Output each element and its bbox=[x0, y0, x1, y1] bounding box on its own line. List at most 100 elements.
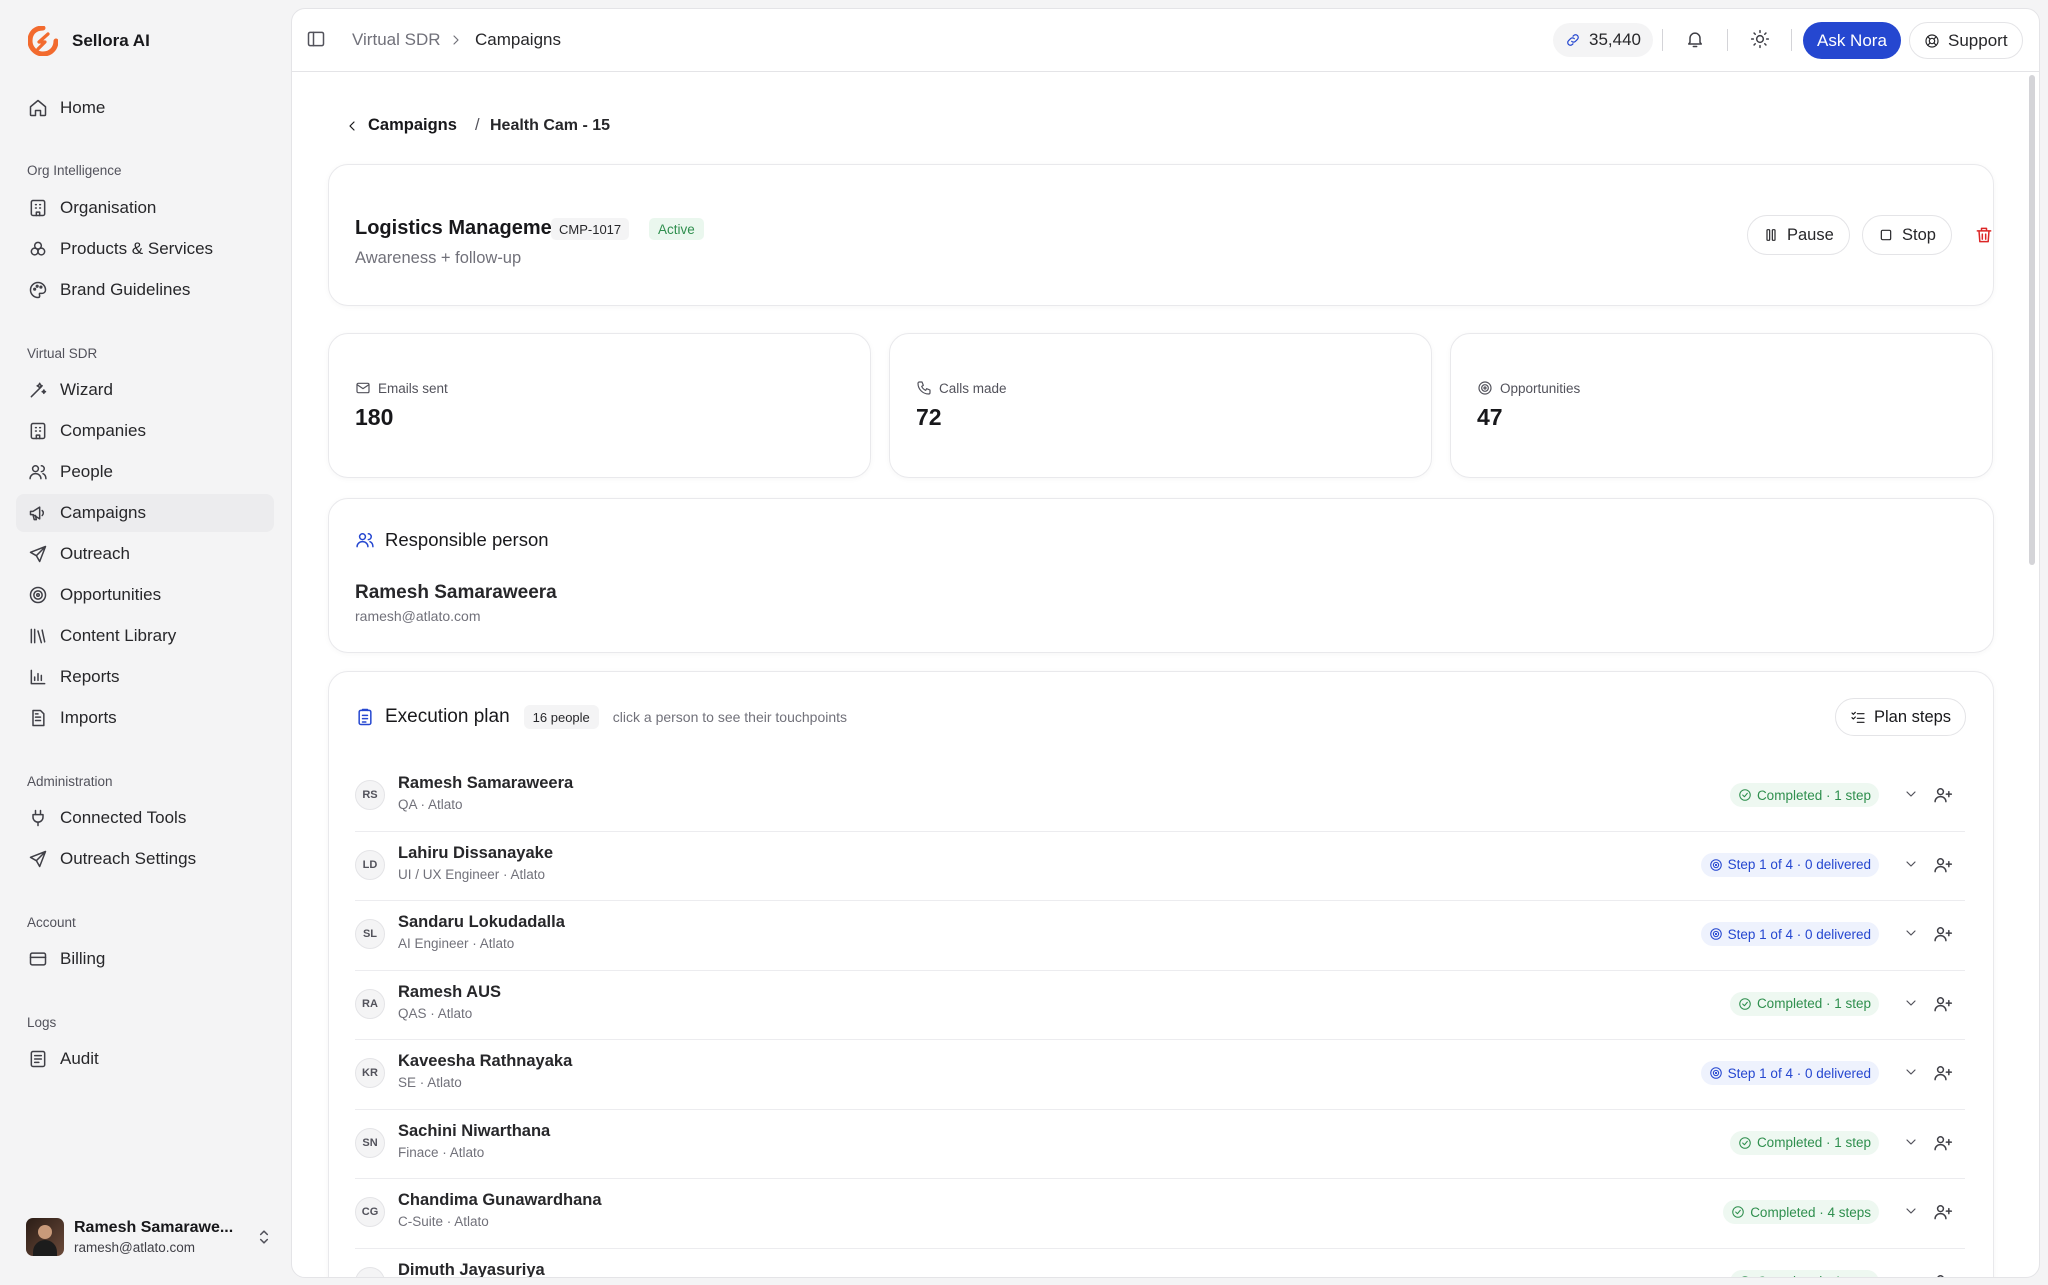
target-icon bbox=[1709, 928, 1722, 940]
stat-label-text: Calls made bbox=[939, 380, 1007, 396]
user-plus-icon[interactable] bbox=[1933, 924, 1953, 944]
person-name: Chandima Gunawardhana bbox=[398, 1191, 602, 1209]
sidebar-item-billing[interactable]: Billing bbox=[16, 940, 274, 978]
responsible-heading-text: Responsible person bbox=[385, 529, 549, 550]
sidebar-item-label: Campaigns bbox=[60, 503, 146, 522]
sidebar-item-people[interactable]: People bbox=[16, 453, 274, 491]
chevron-down-icon[interactable] bbox=[1903, 1203, 1919, 1219]
table-row[interactable]: SL Sandaru Lokudadalla AI Engineer · Atl… bbox=[355, 901, 1965, 971]
sidebar-toggle-icon[interactable] bbox=[306, 29, 326, 49]
table-row[interactable]: CG Chandima Gunawardhana C-Suite · Atlat… bbox=[355, 1179, 1965, 1249]
sidebar-item-home[interactable]: Home bbox=[16, 89, 274, 127]
chevron-down-icon[interactable] bbox=[1903, 786, 1919, 802]
person-meta: C-Suite · Atlato bbox=[398, 1214, 489, 1229]
send-icon bbox=[29, 850, 47, 868]
topbar-divider bbox=[1791, 29, 1792, 51]
person-initials: RS bbox=[355, 780, 385, 810]
status-text: Step 1 of 4 · 0 delivered bbox=[1727, 926, 1871, 942]
chevron-down-icon[interactable] bbox=[1903, 856, 1919, 872]
sidebar-item-audit[interactable]: Audit bbox=[16, 1040, 274, 1078]
responsible-name: Ramesh Samaraweera bbox=[355, 582, 557, 603]
scrollbar[interactable] bbox=[2029, 75, 2035, 565]
sidebar-item-products[interactable]: Products & Services bbox=[16, 230, 274, 268]
stat-label-text: Opportunities bbox=[1500, 380, 1581, 396]
main-panel: Virtual SDR Campaigns 35,440 Ask Nora Su… bbox=[291, 8, 2040, 1278]
bell-icon[interactable] bbox=[1685, 29, 1705, 49]
sidebar-item-campaigns[interactable]: Campaigns bbox=[16, 494, 274, 532]
user-menu[interactable]: Ramesh Samarawe... ramesh@atlato.com bbox=[26, 1218, 274, 1256]
table-row[interactable]: RA Ramesh AUS QAS · Atlato Completed · 1… bbox=[355, 971, 1965, 1040]
stop-button[interactable]: Stop bbox=[1862, 215, 1952, 255]
sidebar-item-label: Imports bbox=[60, 708, 117, 727]
table-row[interactable]: SN Sachini Niwarthana Finace · Atlato Co… bbox=[355, 1110, 1965, 1179]
sidebar-item-connected-tools[interactable]: Connected Tools bbox=[16, 799, 274, 837]
sidebar-item-content-library[interactable]: Content Library bbox=[16, 617, 274, 655]
table-row[interactable]: RS Ramesh Samaraweera QA · Atlato Comple… bbox=[355, 762, 1965, 832]
support-button[interactable]: Support bbox=[1909, 22, 2023, 59]
sidebar-item-label: Organisation bbox=[60, 198, 157, 217]
sellora-logo-icon bbox=[28, 26, 58, 56]
trash-icon[interactable] bbox=[1974, 225, 1994, 245]
sidebar-item-label: Content Library bbox=[60, 626, 177, 645]
chevron-down-icon[interactable] bbox=[1903, 925, 1919, 941]
chevron-down-icon[interactable] bbox=[1903, 1273, 1919, 1279]
user-plus-icon[interactable] bbox=[1933, 994, 1953, 1014]
sidebar-item-opportunities[interactable]: Opportunities bbox=[16, 576, 274, 614]
person-name: Lahiru Dissanayake bbox=[398, 843, 553, 862]
chevron-down-icon[interactable] bbox=[1903, 1064, 1919, 1080]
sun-icon[interactable] bbox=[1750, 29, 1770, 49]
chevrons-up-down-icon[interactable] bbox=[254, 1227, 274, 1247]
send-icon bbox=[29, 545, 47, 563]
sidebar-item-organisation[interactable]: Organisation bbox=[16, 189, 274, 227]
sidebar-item-outreach-settings[interactable]: Outreach Settings bbox=[16, 840, 274, 878]
chevron-down-icon[interactable] bbox=[1903, 995, 1919, 1011]
chevron-down-icon[interactable] bbox=[1903, 1134, 1919, 1150]
user-plus-icon[interactable] bbox=[1933, 855, 1953, 875]
status-text: Completed · 1 step bbox=[1757, 1274, 1871, 1277]
user-plus-icon[interactable] bbox=[1933, 785, 1953, 805]
plug-icon bbox=[32, 809, 44, 827]
person-name: Kaveesha Rathnayaka bbox=[398, 1052, 573, 1070]
credits-badge[interactable]: 35,440 bbox=[1553, 23, 1653, 57]
pause-button[interactable]: Pause bbox=[1747, 215, 1850, 255]
person-initials: DJ bbox=[355, 1266, 385, 1277]
person-initials: RA bbox=[355, 988, 385, 1019]
person-initials: LD bbox=[355, 849, 385, 880]
mail-icon bbox=[356, 382, 370, 394]
sidebar: Sellora AI Home Org Intelligence Organis… bbox=[0, 0, 290, 1285]
status-badge: Step 1 of 4 · 0 delivered bbox=[1700, 922, 1879, 946]
check-circle-icon bbox=[1732, 1206, 1744, 1218]
back-label: Campaigns bbox=[368, 116, 457, 134]
table-row[interactable]: LD Lahiru Dissanayake UI / UX Engineer ·… bbox=[355, 832, 1965, 901]
brand[interactable]: Sellora AI bbox=[28, 26, 150, 56]
user-plus-icon[interactable] bbox=[1933, 1133, 1953, 1153]
back-to-campaigns-link[interactable]: Campaigns bbox=[344, 116, 457, 135]
palette-icon bbox=[29, 281, 47, 299]
campaign-header-card: Logistics Management CMP-1017 Active Awa… bbox=[328, 164, 1994, 306]
sidebar-item-companies[interactable]: Companies bbox=[16, 412, 274, 450]
sidebar-item-label: Billing bbox=[60, 949, 106, 968]
table-row[interactable]: DJ Dimuth Jayasuriya Completed · 1 step bbox=[355, 1249, 1965, 1279]
person-meta: QAS · Atlato bbox=[398, 1005, 473, 1021]
stat-value: 180 bbox=[355, 404, 394, 430]
check-circle-icon bbox=[1739, 1136, 1751, 1149]
user-plus-icon[interactable] bbox=[1933, 1272, 1953, 1279]
link-icon bbox=[1567, 34, 1579, 46]
sidebar-item-brand-guidelines[interactable]: Brand Guidelines bbox=[16, 271, 274, 309]
user-plus-icon[interactable] bbox=[1933, 1202, 1953, 1222]
credit-card-icon bbox=[29, 952, 47, 966]
sidebar-item-outreach[interactable]: Outreach bbox=[16, 535, 274, 573]
table-row[interactable]: KR Kaveesha Rathnayaka SE · Atlato Step … bbox=[355, 1040, 1965, 1110]
sidebar-item-imports[interactable]: Imports bbox=[16, 699, 274, 737]
breadcrumb-virtual-sdr[interactable]: Virtual SDR bbox=[352, 30, 441, 50]
plan-steps-button[interactable]: Plan steps bbox=[1835, 698, 1967, 736]
check-circle-icon bbox=[1739, 789, 1751, 801]
ask-nora-button[interactable]: Ask Nora bbox=[1803, 22, 1901, 59]
status-badge: Active bbox=[649, 218, 704, 240]
sidebar-item-wizard[interactable]: Wizard bbox=[16, 371, 274, 409]
topbar-divider bbox=[1727, 29, 1728, 51]
sidebar-item-reports[interactable]: Reports bbox=[16, 658, 274, 696]
bar-chart-icon bbox=[30, 669, 46, 685]
responsible-heading: Responsible person bbox=[355, 529, 549, 551]
user-plus-icon[interactable] bbox=[1933, 1063, 1953, 1083]
